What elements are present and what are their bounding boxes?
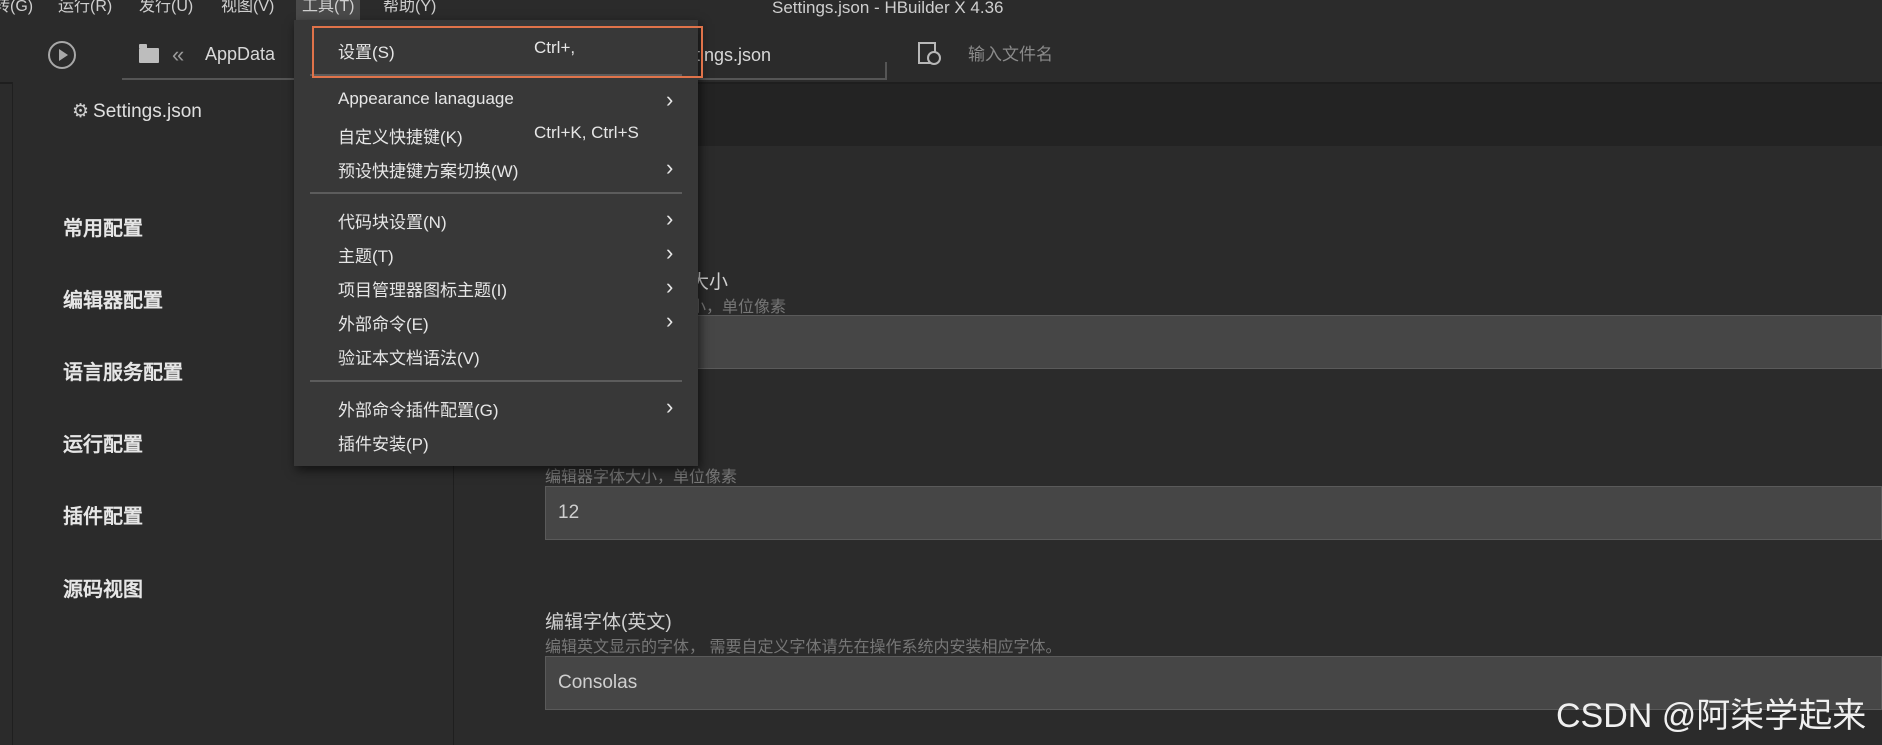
menu-help[interactable]: 帮助(Y) — [383, 0, 436, 20]
menu-item-label: 插件安装(P) — [338, 435, 429, 454]
chevron-right-icon: › — [666, 308, 674, 333]
menu-item-appearance-language[interactable]: Appearance lanaguage › — [294, 87, 698, 117]
toolbar-divider — [885, 62, 887, 78]
menu-item-label: 外部命令插件配置(G) — [338, 401, 499, 420]
nav-source-view[interactable]: 源码视图 — [63, 573, 143, 602]
font-en-description: 编辑英文显示的字体， 需要自定义字体请先在操作系统内安装相应字体。 — [545, 639, 1062, 656]
settings-file-title: ⚙ Settings.json — [72, 100, 202, 123]
menu-item-label: 自定义快捷键(K) — [338, 128, 463, 147]
toolbar: « AppData ttings.json — [0, 20, 1882, 84]
menu-item-label: 验证本文档语法(V) — [338, 349, 480, 368]
menu-item-label: Appearance lanaguage — [338, 89, 514, 108]
menu-view[interactable]: 视图(V) — [221, 0, 274, 20]
run-icon[interactable] — [48, 41, 76, 69]
breadcrumb[interactable]: AppData — [205, 44, 275, 65]
menu-item-plugin-install[interactable]: 插件安装(P) — [294, 428, 698, 458]
nav-editor-config[interactable]: 编辑器配置 — [63, 284, 163, 313]
double-chevron-left-icon[interactable]: « — [172, 42, 184, 68]
nav-language-service-config[interactable]: 语言服务配置 — [63, 356, 183, 385]
font-size-description: 编辑器字体大小，单位像素 — [545, 469, 738, 486]
chevron-right-icon: › — [666, 87, 674, 112]
nav-run-config[interactable]: 运行配置 — [63, 428, 143, 457]
gear-icon: ⚙ — [72, 101, 90, 122]
chevron-right-icon: › — [666, 394, 674, 419]
file-search-input[interactable] — [966, 44, 1270, 66]
menu-goto[interactable]: 转(G) — [0, 0, 33, 20]
menu-divider — [310, 380, 682, 382]
menu-item-label: 外部命令(E) — [338, 315, 429, 334]
menu-item-external-command-plugin-config[interactable]: 外部命令插件配置(G) › — [294, 394, 698, 424]
menu-item-label: 代码块设置(N) — [338, 213, 447, 232]
font-size-input[interactable]: 12 — [545, 486, 1882, 540]
watermark: CSDN @阿柒学起来 — [1556, 697, 1867, 735]
menu-item-label: 预设快捷键方案切换(W) — [338, 162, 519, 181]
menu-item-external-commands[interactable]: 外部命令(E) › — [294, 308, 698, 338]
chevron-right-icon: › — [666, 274, 674, 299]
settings-highlight-box — [312, 26, 703, 78]
nav-plugin-config[interactable]: 插件配置 — [63, 500, 143, 529]
chevron-right-icon: › — [666, 240, 674, 265]
settings-file-name: Settings.json — [93, 101, 202, 122]
menu-tools[interactable]: 工具(T) — [296, 0, 361, 20]
folder-icon — [139, 44, 159, 63]
font-en-label: 编辑字体(英文) — [545, 612, 672, 633]
menu-divider — [310, 192, 682, 194]
menu-run[interactable]: 运行(R) — [58, 0, 112, 20]
menu-item-custom-shortcuts[interactable]: 自定义快捷键(K) Ctrl+K, Ctrl+S — [294, 121, 698, 151]
menu-item-shortcut: Ctrl+K, Ctrl+S — [534, 123, 639, 142]
menu-item-validate-syntax[interactable]: 验证本文档语法(V) — [294, 342, 698, 372]
file-search-icon[interactable] — [918, 42, 941, 65]
menu-item-label: 主题(T) — [338, 247, 394, 266]
settings-input-1[interactable] — [545, 315, 1882, 369]
menu-item-snippet-settings[interactable]: 代码块设置(N) › — [294, 206, 698, 236]
menu-publish[interactable]: 发行(U) — [139, 0, 193, 20]
menu-item-preset-shortcut-scheme[interactable]: 预设快捷键方案切换(W) › — [294, 155, 698, 185]
chevron-right-icon: › — [666, 206, 674, 231]
nav-common-config[interactable]: 常用配置 — [63, 212, 143, 241]
menubar: 转(G) 运行(R) 发行(U) 视图(V) 工具(T) 帮助(Y) Setti… — [0, 0, 1882, 20]
field-description: 小，单位像素 — [690, 299, 787, 316]
tools-menu: 设置(S) Ctrl+, Appearance lanaguage › 自定义快… — [294, 20, 698, 466]
chevron-right-icon: › — [666, 155, 674, 180]
menu-item-label: 项目管理器图标主题(I) — [338, 281, 508, 300]
menu-item-project-icon-theme[interactable]: 项目管理器图标主题(I) › — [294, 274, 698, 304]
window-title: Settings.json - HBuilder X 4.36 — [772, 0, 1004, 17]
menu-item-theme[interactable]: 主题(T) › — [294, 240, 698, 270]
